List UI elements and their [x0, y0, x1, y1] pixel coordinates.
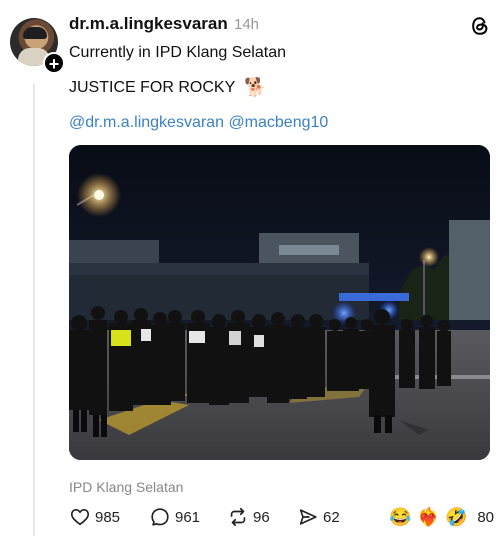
repost-button[interactable]: 96	[227, 505, 270, 529]
heart-on-fire-emoji: ❤️‍🔥	[417, 507, 440, 527]
thread-line	[33, 84, 35, 536]
laughing-emoji: 😂	[389, 507, 412, 527]
post-text-line2: JUSTICE FOR ROCKY	[69, 79, 236, 96]
comment-button[interactable]: 961	[149, 505, 200, 529]
repost-icon	[230, 507, 246, 527]
comment-icon	[151, 508, 169, 526]
mentions: @dr.m.a.lingkesvaran @macbeng10	[69, 114, 328, 132]
post-text-line1: Currently in IPD Klang Selatan	[69, 44, 286, 61]
repost-count: 96	[253, 508, 270, 526]
post-photo[interactable]	[69, 145, 490, 460]
rofl-emoji: 🤣	[445, 507, 468, 527]
username[interactable]: dr.m.a.lingkesvaran	[69, 14, 228, 34]
heart-icon	[70, 509, 90, 526]
comment-count: 961	[175, 508, 201, 526]
location-label[interactable]: IPD Klang Selatan	[69, 479, 183, 495]
like-count: 985	[95, 508, 121, 526]
reaction-count: 80	[477, 508, 494, 526]
threads-logo-icon[interactable]	[470, 16, 490, 36]
dog-emoji: 🐕	[244, 77, 267, 97]
reactions-summary[interactable]: 😂 ❤️‍🔥 🤣 80	[389, 505, 494, 529]
mention-link-2[interactable]: @macbeng10	[228, 114, 328, 131]
share-icon	[299, 509, 317, 525]
night-crowd-illustration	[69, 145, 490, 460]
like-button[interactable]: 985	[69, 505, 120, 529]
follow-plus-badge[interactable]: +	[43, 52, 65, 74]
avatar-hat	[23, 27, 47, 39]
share-count: 62	[323, 508, 340, 526]
mention-link-1[interactable]: @dr.m.a.lingkesvaran	[69, 114, 224, 131]
post-time: 14h	[234, 16, 260, 33]
share-button[interactable]: 62	[297, 505, 340, 529]
